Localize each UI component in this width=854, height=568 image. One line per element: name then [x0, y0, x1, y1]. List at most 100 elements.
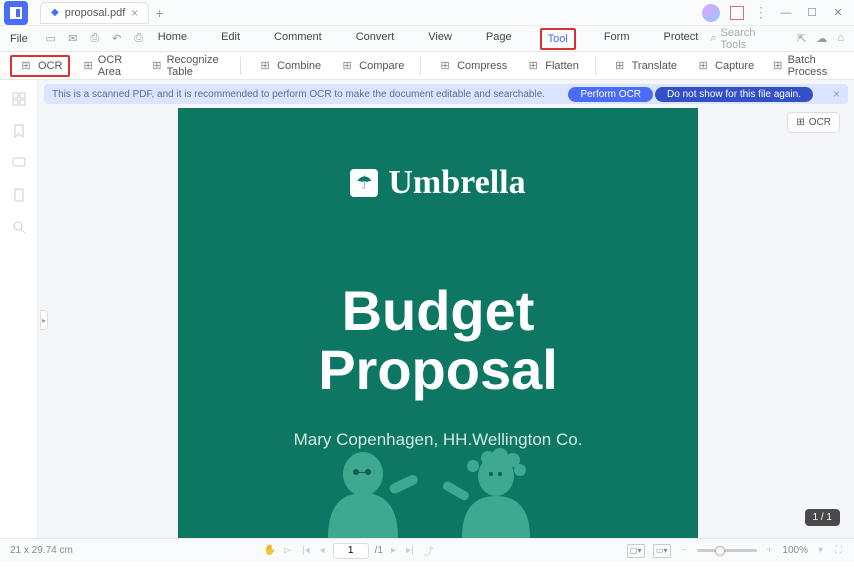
titlebar: ◆ proposal.pdf × + ⋮ — ☐ ✕ — [0, 0, 854, 26]
fullscreen-icon[interactable]: ⛶ — [833, 545, 844, 556]
ocr-area-icon: ⊞ — [82, 59, 93, 73]
ocr-icon: ⊞ — [18, 59, 34, 73]
zoom-out-button[interactable]: − — [679, 545, 689, 556]
menu-tool[interactable]: Tool — [540, 28, 576, 50]
page-dimensions: 21 x 29.74 cm — [10, 545, 73, 556]
document-title: Budget Proposal — [318, 282, 558, 400]
zoom-in-button[interactable]: + — [765, 545, 775, 556]
tool-compress[interactable]: ⊞Compress — [431, 57, 513, 75]
document-canvas: This is a scanned PDF, and it is recomme… — [38, 80, 854, 538]
quick-access-toolbar: ▭ ✉ ⎙ ↶ ⎙ — [38, 32, 152, 46]
menu-comment[interactable]: Comment — [268, 28, 328, 50]
tool-capture[interactable]: ⊞Capture — [689, 57, 760, 75]
menubar: File ▭ ✉ ⎙ ↶ ⎙ Home Edit Comment Convert Vie… — [0, 26, 854, 52]
tool-ocr[interactable]: ⊞OCR — [10, 55, 70, 77]
attachments-icon[interactable] — [10, 186, 28, 204]
hand-tool-icon[interactable]: ✋ — [264, 545, 276, 556]
toolbar-separator — [240, 57, 241, 75]
tool-combine[interactable]: ⊞Combine — [251, 57, 327, 75]
menu-view[interactable]: View — [422, 28, 458, 50]
title-line-1: Budget — [318, 282, 558, 341]
perform-ocr-button[interactable]: Perform OCR — [568, 87, 653, 102]
menu-protect[interactable]: Protect — [657, 28, 704, 50]
dismiss-notification-button[interactable]: Do not show for this file again. — [655, 87, 813, 102]
search-panel-icon[interactable] — [10, 218, 28, 236]
save-icon[interactable]: ⎙ — [88, 32, 102, 46]
tool-recognize-table[interactable]: ⊞Recognize Table — [145, 52, 230, 80]
ocr-floating-button[interactable]: ⊞ OCR — [787, 112, 840, 133]
thumbnails-icon[interactable] — [10, 90, 28, 108]
toolbar-separator — [595, 57, 596, 75]
menu-page[interactable]: Page — [480, 28, 518, 50]
zoom-dropdown-icon[interactable]: ▾ — [816, 545, 825, 556]
user-avatar[interactable] — [702, 4, 720, 22]
tool-flatten[interactable]: ⊞Flatten — [519, 57, 585, 75]
select-tool-icon[interactable]: ▻ — [282, 545, 294, 556]
pdf-icon: ◆ — [51, 7, 59, 18]
zoom-slider[interactable] — [697, 549, 757, 552]
tab-label: proposal.pdf — [65, 7, 126, 19]
tool-ocr-area[interactable]: ⊞OCR Area — [76, 52, 139, 80]
file-menu[interactable]: File — [0, 33, 38, 45]
page-number-input[interactable] — [333, 543, 369, 559]
open-icon[interactable]: ▭ — [44, 32, 58, 46]
close-tab-icon[interactable]: × — [131, 6, 138, 20]
workspace: ▸ This is a scanned PDF, and it is recom… — [0, 80, 854, 538]
app-icon — [4, 1, 28, 25]
close-notification-icon[interactable]: × — [833, 87, 840, 101]
page-indicator: 1 / 1 — [805, 509, 840, 526]
page-total: /1 — [375, 545, 383, 556]
continuous-view-icon[interactable]: ▭▾ — [653, 544, 671, 558]
menu-edit[interactable]: Edit — [215, 28, 246, 50]
document-page: Umbrella Budget Proposal Mary Copenhagen… — [178, 108, 698, 538]
compress-icon: ⊞ — [437, 59, 453, 73]
compare-icon: ⊞ — [339, 59, 355, 73]
tool-batch-process[interactable]: ⊞Batch Process — [766, 52, 844, 80]
cloud-icon[interactable]: ☁ — [816, 32, 827, 45]
combine-icon: ⊞ — [257, 59, 273, 73]
ocr-badge-icon: ⊞ — [796, 117, 804, 128]
last-page-button[interactable]: ▸| — [404, 545, 416, 556]
tool-compare[interactable]: ⊞Compare — [333, 57, 410, 75]
search-tools[interactable]: ⌕ Search Tools — [704, 27, 787, 51]
mail-icon[interactable]: ✉ — [66, 32, 80, 46]
notification-icon[interactable] — [730, 6, 744, 20]
flatten-icon: ⊞ — [525, 59, 541, 73]
jump-button[interactable]: ⤴ — [422, 543, 436, 558]
sidebar — [0, 80, 38, 538]
statusbar: 21 x 29.74 cm ✋ ▻ |◂ ◂ /1 ▸ ▸| ⤴ ▢▾ ▭▾ −… — [0, 538, 854, 562]
document-tab[interactable]: ◆ proposal.pdf × — [40, 2, 149, 24]
people-illustration — [178, 438, 698, 538]
recognize-table-icon: ⊞ — [151, 59, 162, 73]
minimize-button[interactable]: — — [778, 6, 794, 20]
close-window-button[interactable]: ✕ — [830, 6, 846, 20]
title-line-2: Proposal — [318, 341, 558, 400]
toolbar: ⊞OCR ⊞OCR Area⊞Recognize Table ⊞Combine ⊞Co… — [0, 52, 854, 80]
print-icon[interactable]: ⎙ — [132, 32, 146, 46]
menu-convert[interactable]: Convert — [350, 28, 401, 50]
new-tab-button[interactable]: + — [155, 5, 163, 21]
tool-translate[interactable]: ⊞Translate — [606, 57, 683, 75]
search-icon: ⌕ — [710, 32, 716, 45]
toolbar-separator — [420, 57, 421, 75]
prev-page-button[interactable]: ◂ — [318, 545, 327, 556]
menu-form[interactable]: Form — [598, 28, 636, 50]
ocr-notification-bar: This is a scanned PDF, and it is recomme… — [44, 84, 848, 104]
single-page-view-icon[interactable]: ▢▾ — [627, 544, 645, 558]
first-page-button[interactable]: |◂ — [300, 545, 312, 556]
translate-icon: ⊞ — [612, 59, 628, 73]
maximize-button[interactable]: ☐ — [804, 6, 820, 20]
share-icon[interactable]: ⇱ — [797, 32, 806, 45]
home-icon[interactable]: ⌂ — [837, 32, 844, 45]
brand-row: Umbrella — [350, 164, 525, 202]
brand-name: Umbrella — [388, 164, 525, 202]
comments-icon[interactable] — [10, 154, 28, 172]
more-menu-icon[interactable]: ⋮ — [754, 4, 768, 21]
bookmark-icon[interactable] — [10, 122, 28, 140]
undo-icon[interactable]: ↶ — [110, 32, 124, 46]
next-page-button[interactable]: ▸ — [389, 545, 398, 556]
umbrella-logo-icon — [350, 169, 378, 197]
capture-icon: ⊞ — [695, 59, 711, 73]
zoom-level: 100% — [782, 545, 808, 556]
menu-home[interactable]: Home — [152, 28, 193, 50]
